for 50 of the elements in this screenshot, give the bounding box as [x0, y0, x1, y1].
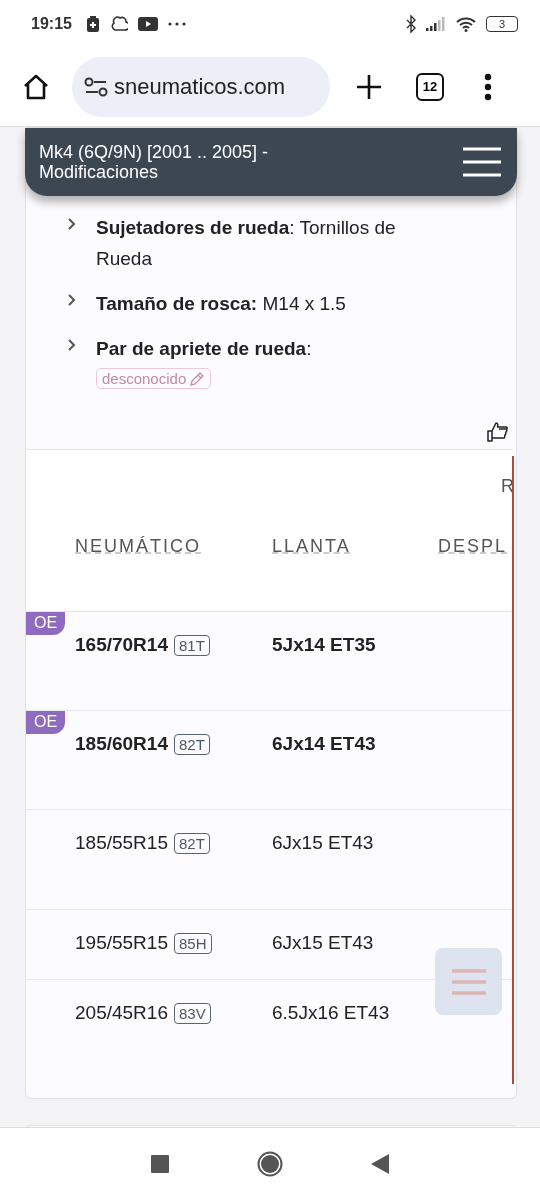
rim-size: 5Jx14 ET35 — [272, 634, 377, 656]
load-index-badge: 81T — [173, 634, 210, 656]
load-index-badge: 82T — [173, 832, 210, 854]
more-icon — [167, 22, 186, 26]
rim-size: 6.5Jx16 ET43 — [272, 1002, 391, 1024]
back-icon[interactable] — [371, 1154, 389, 1174]
spec-text: Sujetadores de rueda: Tornillos de Rueda — [96, 216, 397, 271]
column-header: R — [501, 476, 513, 497]
rim-size: 6Jx15 ET43 — [272, 932, 375, 954]
tab-count-button[interactable]: 12 — [416, 73, 444, 101]
tire-size: 205/45R16 — [75, 1002, 168, 1024]
url-text: sneumaticos.com — [114, 74, 286, 100]
oe-badge: OE — [26, 711, 66, 734]
tire-size: 195/55R15 — [75, 932, 168, 954]
chevron-icon — [68, 339, 76, 351]
new-tab-icon[interactable] — [356, 74, 382, 100]
home-icon[interactable] — [22, 73, 50, 101]
bluetooth-icon — [406, 15, 416, 33]
wifi-icon — [456, 16, 476, 32]
pencil-icon — [189, 370, 206, 387]
site-settings-icon[interactable] — [84, 77, 108, 97]
battery-saver-icon — [85, 16, 100, 32]
signal-icon — [426, 17, 446, 31]
home-icon[interactable] — [257, 1151, 283, 1177]
chevron-icon — [68, 218, 76, 230]
tire-size: 185/60R14 — [75, 733, 168, 755]
status-time: 19:15 — [31, 15, 72, 33]
spec-text: Tamaño de rosca: M14 x 1.5 — [96, 292, 347, 316]
chevron-icon — [68, 294, 76, 306]
battery-indicator: 3 — [486, 16, 518, 32]
load-index-badge: 85H — [173, 932, 212, 954]
column-header[interactable]: DESPL — [438, 536, 508, 559]
page-title: Mk4 (6Q/9N) [2001 .. 2005] - Modificaciones — [39, 142, 270, 182]
menu-icon — [451, 967, 486, 996]
column-header[interactable]: LLANTA — [272, 536, 438, 559]
rim-size: 6Jx15 ET43 — [272, 832, 375, 854]
spec-text: Par de apriete de rueda: — [96, 337, 313, 361]
cloud-icon — [109, 15, 128, 33]
rim-size: 6Jx14 ET43 — [272, 733, 377, 755]
menu-icon[interactable] — [484, 73, 492, 101]
video-icon — [137, 16, 158, 32]
thumbs-up-icon[interactable] — [486, 421, 508, 443]
load-index-badge: 83V — [173, 1002, 211, 1024]
tire-size: 165/70R14 — [75, 634, 168, 656]
address-bar[interactable]: sneumaticos.com — [72, 57, 330, 117]
tire-size: 185/55R15 — [75, 832, 168, 854]
menu-icon[interactable] — [463, 147, 501, 177]
oe-badge: OE — [26, 612, 66, 635]
load-index-badge: 82T — [173, 733, 210, 755]
column-header[interactable]: NEUMÁTICO — [75, 536, 272, 559]
